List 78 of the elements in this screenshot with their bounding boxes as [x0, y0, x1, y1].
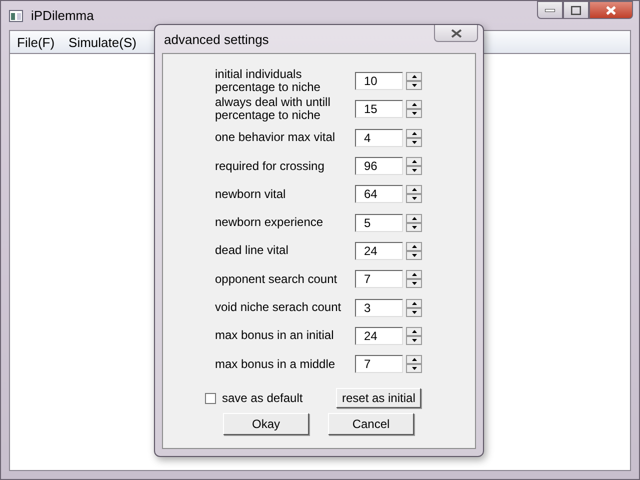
spin-down-button[interactable]: [406, 364, 422, 374]
number-field[interactable]: 3: [355, 298, 403, 317]
spin-up-button[interactable]: [406, 72, 422, 82]
down-arrow-icon: [412, 197, 416, 200]
down-arrow-icon: [412, 84, 416, 88]
field-label: always deal with untill percentage to niche: [215, 96, 332, 122]
dialog-button[interactable]: Cancel: [328, 413, 414, 436]
spin-up-button[interactable]: [406, 355, 422, 364]
field-label: dead line vital: [215, 244, 290, 258]
down-arrow-icon: [412, 338, 416, 342]
number-field[interactable]: 10: [355, 72, 403, 90]
down-arrow-icon: [412, 140, 416, 144]
number-field[interactable]: 4: [355, 128, 403, 147]
number-field[interactable]: 5: [355, 214, 403, 232]
down-arrow-icon: [412, 310, 416, 314]
down-arrow-icon: [412, 282, 416, 286]
dialog-title: advanced settings: [164, 32, 269, 46]
field-label: required for crossing: [215, 160, 326, 173]
window-title: iPDilemma: [31, 8, 94, 23]
minimize-button[interactable]: [537, 1, 563, 19]
down-arrow-icon: [412, 254, 416, 257]
menu-item[interactable]: File(F): [10, 34, 62, 50]
field-label: one behavior max vital: [215, 131, 336, 144]
up-arrow-icon: [412, 188, 416, 192]
spin-up-button[interactable]: [406, 242, 422, 251]
up-arrow-icon: [412, 330, 416, 333]
number-field[interactable]: 7: [355, 355, 403, 374]
maximize-icon: [571, 6, 581, 14]
up-arrow-icon: [412, 358, 416, 362]
spin-down-button[interactable]: [406, 81, 422, 90]
spin-down-button[interactable]: [406, 109, 422, 118]
spin-up-button[interactable]: [406, 157, 422, 166]
up-arrow-icon: [412, 160, 416, 164]
dialog-button[interactable]: Okay: [223, 413, 309, 436]
number-field[interactable]: 15: [355, 100, 403, 118]
down-arrow-icon: [412, 112, 416, 116]
window-icon: [9, 10, 23, 22]
up-arrow-icon: [412, 216, 416, 220]
number-field[interactable]: 7: [355, 270, 403, 288]
close-button[interactable]: [434, 25, 478, 42]
close-icon: [606, 6, 616, 14]
spin-up-button[interactable]: [406, 326, 422, 336]
field-label: opponent search count: [215, 272, 338, 286]
close-icon: [450, 28, 462, 38]
up-arrow-icon: [412, 273, 416, 276]
reset-button[interactable]: reset as initial: [336, 388, 422, 408]
field-label: newborn experience: [215, 216, 324, 230]
spin-up-button[interactable]: [406, 298, 422, 308]
up-arrow-icon: [412, 132, 416, 135]
maximize-button[interactable]: [563, 1, 589, 19]
down-arrow-icon: [412, 226, 416, 229]
up-arrow-icon: [412, 75, 416, 78]
field-label: max bonus in an initial: [215, 329, 335, 342]
checkbox-label: save as default: [222, 391, 304, 406]
number-field[interactable]: 24: [355, 242, 403, 260]
down-arrow-icon: [412, 367, 416, 370]
spin-up-button[interactable]: [406, 214, 422, 223]
number-field[interactable]: 96: [355, 157, 403, 176]
minimize-icon: [545, 8, 555, 12]
number-field[interactable]: 64: [355, 185, 403, 204]
field-label: max bonus in a middle: [215, 358, 336, 371]
up-arrow-icon: [412, 103, 416, 106]
spin-up-button[interactable]: [406, 128, 422, 138]
checkbox[interactable]: [205, 392, 216, 404]
spin-up-button[interactable]: [406, 185, 422, 194]
spin-down-button[interactable]: [406, 279, 422, 288]
up-arrow-icon: [412, 244, 416, 248]
field-label: newborn vital: [215, 188, 287, 201]
close-button[interactable]: [589, 1, 633, 19]
down-arrow-icon: [412, 169, 416, 172]
spin-down-button[interactable]: [406, 194, 422, 204]
menu-item[interactable]: Simulate(S): [62, 34, 144, 50]
spin-up-button[interactable]: [406, 100, 422, 110]
spin-down-button[interactable]: [406, 166, 422, 176]
number-field[interactable]: 24: [355, 326, 403, 345]
field-label: void niche serach count: [215, 301, 342, 314]
up-arrow-icon: [412, 302, 416, 305]
spin-up-button[interactable]: [406, 270, 422, 280]
